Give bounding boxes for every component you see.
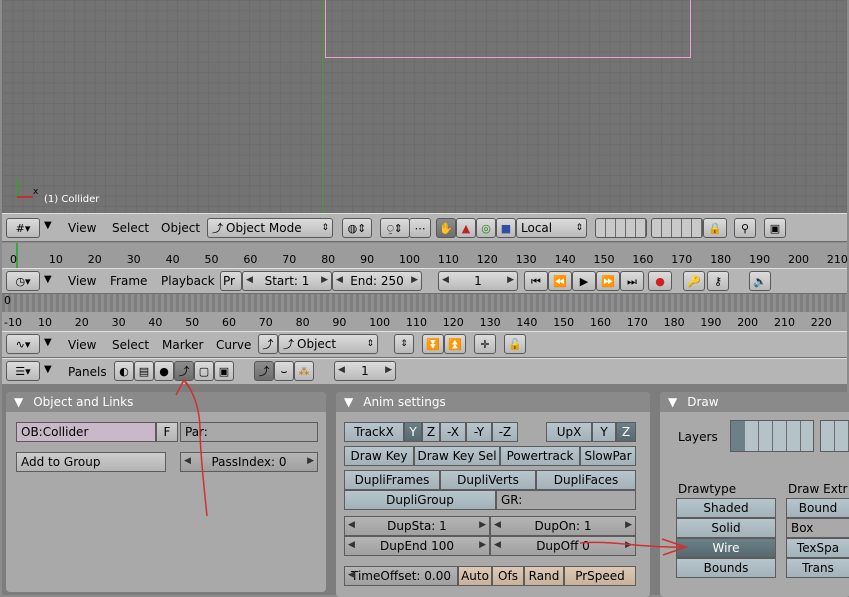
annotation-arrow-right	[579, 541, 685, 548]
annotation-arrowhead-up	[175, 378, 193, 396]
annotation-overlay	[175, 378, 689, 556]
annotation-arrow-up	[185, 381, 208, 517]
